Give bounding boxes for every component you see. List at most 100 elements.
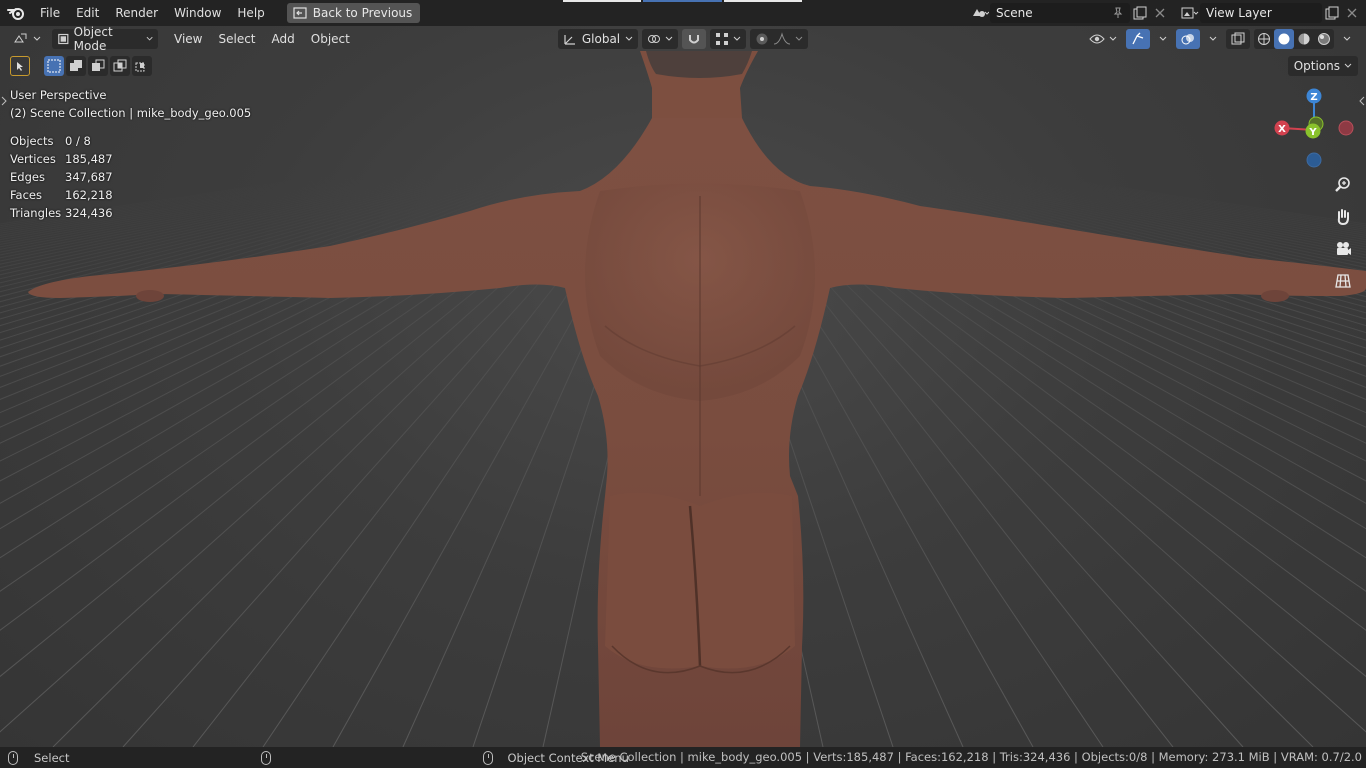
select-tool-icon[interactable] (10, 56, 30, 76)
select-difference-icon[interactable] (110, 56, 130, 76)
stat-label: Triangles (10, 206, 62, 220)
snap-grid-icon (716, 33, 728, 45)
pin-icon[interactable] (1112, 7, 1124, 19)
scene-name-field[interactable]: Scene (990, 3, 1130, 23)
chevron-down-icon (1343, 36, 1351, 41)
solid-shading-icon[interactable] (1274, 29, 1294, 49)
orientation-label: Global (581, 32, 621, 46)
eye-icon (1089, 34, 1105, 44)
editor-type-dropdown[interactable] (8, 29, 46, 49)
shading-dropdown[interactable] (1338, 29, 1356, 49)
options-dropdown[interactable]: Options (1287, 56, 1358, 76)
proportional-editing-toggle[interactable] (750, 29, 808, 49)
new-scene-icon[interactable] (1130, 3, 1150, 23)
object-mode-icon (58, 33, 69, 45)
z-axis-label: Z (1310, 92, 1317, 103)
stat-value: 185,487 (65, 152, 113, 166)
gizmo-toggle[interactable] (1126, 29, 1150, 49)
select-intersect-icon[interactable] (132, 56, 152, 76)
perspective-toggle-icon[interactable] (1330, 268, 1356, 294)
overlays-toggle[interactable] (1176, 29, 1200, 49)
scene-statistics: Objects 0 / 8 Vertices 185,487 Edges 347,68… (10, 132, 113, 222)
snap-target-dropdown[interactable] (710, 29, 746, 49)
camera-view-icon[interactable] (1330, 236, 1356, 262)
stat-value: 0 / 8 (65, 134, 91, 148)
workspace-tab[interactable] (563, 0, 642, 2)
shading-modes (1254, 29, 1334, 49)
chevron-down-icon (1159, 36, 1167, 41)
perspective-label: User Perspective (10, 88, 107, 102)
mouse-left-icon (8, 750, 18, 765)
gizmo-dropdown[interactable] (1154, 29, 1172, 49)
collection-label: (2) Scene Collection | mike_body_geo.005 (10, 106, 252, 120)
stat-value: 324,436 (65, 206, 113, 220)
toolbar-expand-icon[interactable] (1, 96, 7, 106)
stat-label: Vertices (10, 152, 56, 166)
selection-tools (10, 56, 152, 76)
new-view-layer-icon[interactable] (1322, 3, 1342, 23)
material-shading-icon[interactable] (1294, 29, 1314, 49)
scene-selector: Scene View Layer (970, 3, 1362, 23)
menu-file[interactable]: File (32, 0, 68, 26)
view-layer-name: View Layer (1206, 6, 1272, 20)
snap-toggle[interactable] (682, 29, 706, 49)
overlays-dropdown[interactable] (1204, 29, 1222, 49)
chevron-down-icon (733, 36, 741, 41)
xray-toggle[interactable] (1226, 29, 1250, 49)
scene-name: Scene (996, 6, 1033, 20)
pivot-icon (648, 35, 660, 43)
transform-orientation-dropdown[interactable]: Global (558, 29, 638, 49)
3d-viewport[interactable]: Object Mode View Select Add Object Globa… (0, 26, 1366, 747)
back-icon (293, 7, 307, 19)
select-hint: Select (34, 750, 70, 765)
viewport-info: User Perspective (2) Scene Collection | … (10, 86, 251, 122)
select-subtract-icon[interactable] (88, 56, 108, 76)
stat-label: Faces (10, 188, 42, 202)
neg-x-axis-handle[interactable] (1338, 120, 1354, 136)
workspace-tab[interactable] (723, 0, 802, 2)
view-layer-field[interactable]: View Layer (1200, 3, 1322, 23)
wireframe-shading-icon[interactable] (1254, 29, 1274, 49)
pivot-point-dropdown[interactable] (642, 29, 678, 49)
chevron-down-icon (665, 36, 673, 41)
blender-logo-icon[interactable] (0, 0, 32, 26)
visibility-dropdown[interactable] (1084, 29, 1122, 49)
sidebar-expand-icon[interactable] (1359, 96, 1365, 106)
delete-scene-icon[interactable] (1150, 3, 1170, 23)
editor-type-icon (14, 33, 27, 43)
select-extend-icon[interactable] (66, 56, 86, 76)
add-menu[interactable]: Add (264, 32, 303, 46)
chevron-down-icon (625, 36, 633, 41)
navigation-gizmo[interactable]: Z X Y (1272, 86, 1354, 168)
object-menu[interactable]: Object (303, 32, 358, 46)
xray-icon (1231, 32, 1245, 45)
neg-z-axis-handle[interactable] (1306, 152, 1322, 168)
stat-row: Objects 0 / 8 (10, 132, 113, 150)
status-bar: Select Object Context Menu Scene Collect… (0, 747, 1366, 768)
falloff-icon (773, 32, 791, 45)
menu-edit[interactable]: Edit (68, 0, 107, 26)
view-menu[interactable]: View (166, 32, 210, 46)
character-mesh[interactable] (0, 26, 1366, 747)
gizmo-icon (1132, 32, 1144, 45)
workspace-tabs[interactable] (563, 0, 804, 2)
menu-render[interactable]: Render (107, 0, 166, 26)
delete-view-layer-icon[interactable] (1342, 3, 1362, 23)
zoom-icon[interactable] (1330, 172, 1356, 198)
back-to-previous-label: Back to Previous (312, 6, 413, 20)
mode-dropdown[interactable]: Object Mode (52, 26, 158, 53)
rendered-shading-icon[interactable] (1314, 29, 1334, 49)
menu-window[interactable]: Window (166, 0, 229, 26)
pan-hand-icon[interactable] (1330, 204, 1356, 230)
workspace-tab-active[interactable] (643, 0, 722, 2)
top-bar: File Edit Render Window Help Back to Pre… (0, 0, 1366, 26)
back-to-previous-button[interactable]: Back to Previous (286, 3, 421, 23)
menu-help[interactable]: Help (229, 0, 272, 26)
select-menu[interactable]: Select (210, 32, 263, 46)
navigation-tools (1330, 172, 1356, 294)
chevron-down-icon (795, 36, 803, 41)
proportional-icon (756, 33, 768, 45)
view-layer-browse-icon[interactable] (1180, 3, 1200, 23)
scene-browse-icon[interactable] (970, 3, 990, 23)
select-new-icon[interactable] (44, 56, 64, 76)
